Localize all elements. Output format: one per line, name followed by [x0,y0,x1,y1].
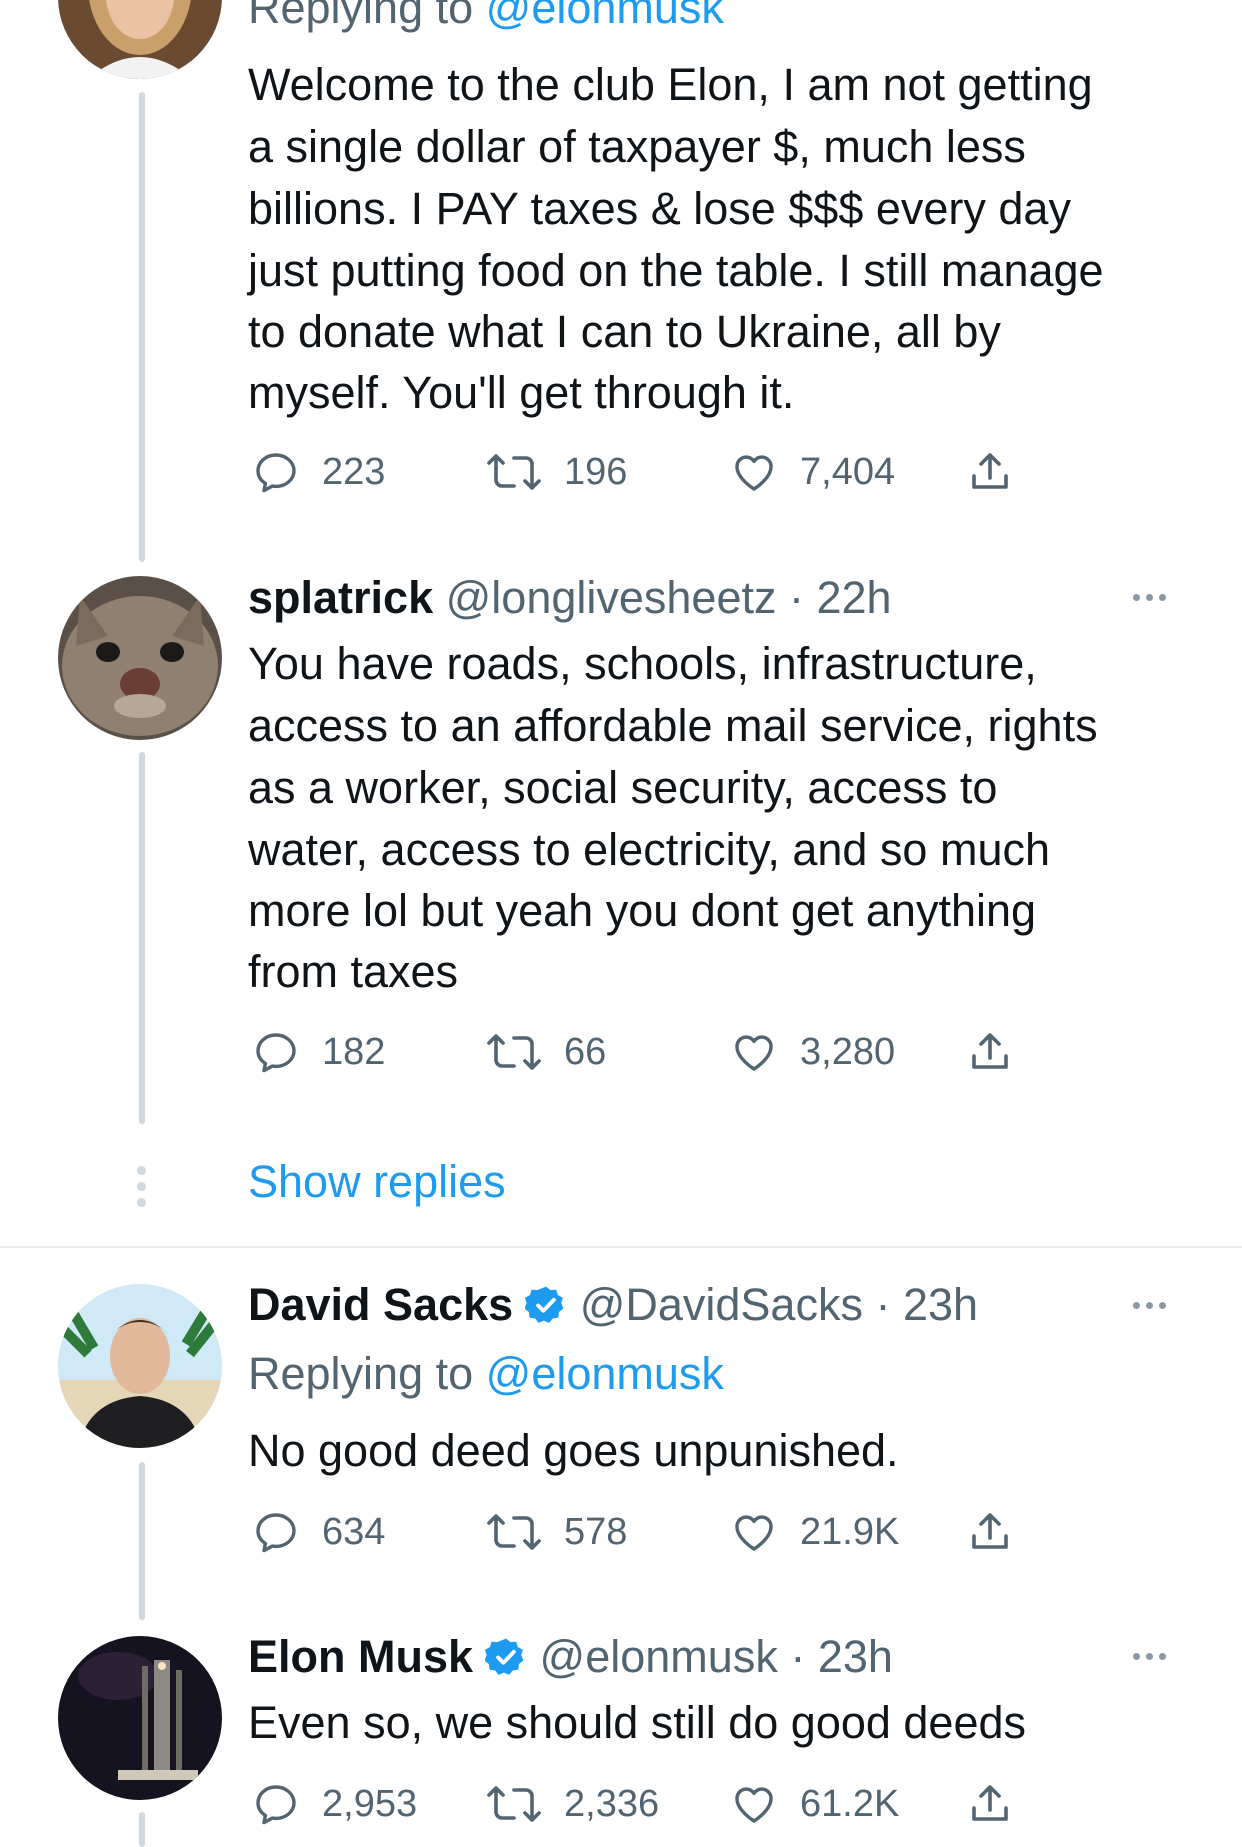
like-button[interactable]: 21.9K [730,1508,899,1556]
verified-badge-icon [525,1286,564,1323]
timestamp[interactable]: 23h [818,1631,893,1682]
reply-button[interactable]: 182 [252,1028,385,1076]
thread-line [139,752,145,1124]
avatar[interactable] [58,1284,222,1448]
retweet-icon [487,454,541,490]
reply-count: 634 [322,1510,386,1553]
thread-more-indicator [137,1166,146,1207]
retweet-button[interactable]: 196 [486,448,627,496]
verified-badge-icon [485,1638,524,1675]
user-handle[interactable]: @longlivesheetz [446,572,777,623]
more-options-icon[interactable] [1133,594,1166,601]
mention-link[interactable]: @elonmusk [486,1348,724,1399]
tweet-header: Elon Musk @elonmusk · 23h [248,1631,893,1682]
display-name[interactable]: Elon Musk [248,1631,473,1682]
reply-icon [256,1033,296,1073]
like-count: 61.2K [800,1782,900,1825]
user-handle[interactable]: @DavidSacks [580,1279,863,1330]
like-count: 21.9K [800,1510,900,1553]
tweet-text-line: from taxes [248,946,459,997]
timestamp[interactable]: 23h [903,1279,978,1330]
reply-count: 182 [322,1030,386,1073]
reply-button[interactable]: 223 [252,448,385,496]
reply-icon [256,1513,296,1553]
tweet-text-line: No good deed goes unpunished. [248,1425,899,1476]
retweet-count: 196 [564,450,628,493]
retweet-count: 66 [564,1030,607,1073]
retweet-icon [487,1786,541,1822]
heart-icon [735,1515,773,1551]
timestamp[interactable]: 22h [817,572,892,623]
show-replies-link[interactable]: Show replies [248,1156,506,1208]
reply-icon [256,453,296,493]
mention-link[interactable]: @elonmusk [486,0,724,33]
like-button[interactable]: 3,280 [730,1028,895,1076]
tweet-text-line: You have roads, schools, infrastructure, [248,638,1037,689]
share-button[interactable] [966,448,1014,496]
divider [0,1246,1242,1248]
reply-count: 2,953 [322,1782,418,1825]
tweet-header: splatrick @longlivesheetz · 22h [248,572,892,623]
more-options-icon[interactable] [1133,1653,1166,1660]
reply-count: 223 [322,450,386,493]
display-name[interactable]: splatrick [248,572,433,623]
share-icon [972,1033,1008,1069]
reply-button[interactable]: 2,953 [252,1780,417,1828]
tweet-text-line: Even so, we should still do good deeds [248,1697,1027,1748]
retweet-icon [487,1034,541,1070]
like-button[interactable]: 61.2K [730,1780,899,1828]
tweet-text-line: a single dollar of taxpayer $, much less [248,121,1026,172]
thread-line [139,92,145,562]
tweet-text-line: Welcome to the club Elon, I am not getti… [248,59,1093,110]
thread-line [139,1812,145,1847]
retweet-button[interactable]: 2,336 [486,1780,659,1828]
reply-icon [256,1785,296,1825]
thread-line [139,1462,145,1620]
share-button[interactable] [966,1028,1014,1076]
more-options-icon[interactable] [1133,1302,1166,1309]
tweet-text-line: as a worker, social security, access to [248,762,998,813]
display-name[interactable]: David Sacks [248,1279,513,1330]
tweet-header: David Sacks @DavidSacks · 23h [248,1279,979,1330]
retweet-icon [487,1514,541,1550]
share-button[interactable] [966,1780,1014,1828]
reply-button[interactable]: 634 [252,1508,385,1556]
heart-icon [735,455,773,491]
retweet-count: 2,336 [564,1782,660,1825]
replying-to: Replying to @elonmusk [248,0,724,38]
share-icon [972,1513,1008,1549]
like-count: 3,280 [800,1030,896,1073]
tweet-text-line: access to an affordable mail service, ri… [248,700,1098,751]
like-button[interactable]: 7,404 [730,448,895,496]
share-icon [972,453,1008,489]
share-icon [972,1785,1008,1821]
like-count: 7,404 [800,450,896,493]
tweet-text-line: to donate what I can to Ukraine, all by [248,306,1001,357]
heart-icon [735,1035,773,1071]
user-handle[interactable]: @elonmusk [540,1631,778,1682]
tweet-text-line: water, access to electricity, and so muc… [248,824,1051,875]
heart-icon [735,1787,773,1823]
avatar[interactable] [58,576,222,740]
retweet-button[interactable]: 578 [486,1508,627,1556]
replying-to: Replying to @elonmusk [248,1348,724,1399]
tweet-text-line: just putting food on the table. I still … [248,245,1104,296]
retweet-button[interactable]: 66 [486,1028,606,1076]
share-button[interactable] [966,1508,1014,1556]
avatar[interactable] [58,1636,222,1800]
tweet-text-line: myself. You'll get through it. [248,367,795,418]
retweet-count: 578 [564,1510,628,1553]
tweet-text-line: billions. I PAY taxes & lose $$$ every d… [248,183,1071,234]
avatar[interactable] [58,0,222,79]
tweet-text-line: more lol but yeah you dont get anything [248,885,1037,936]
